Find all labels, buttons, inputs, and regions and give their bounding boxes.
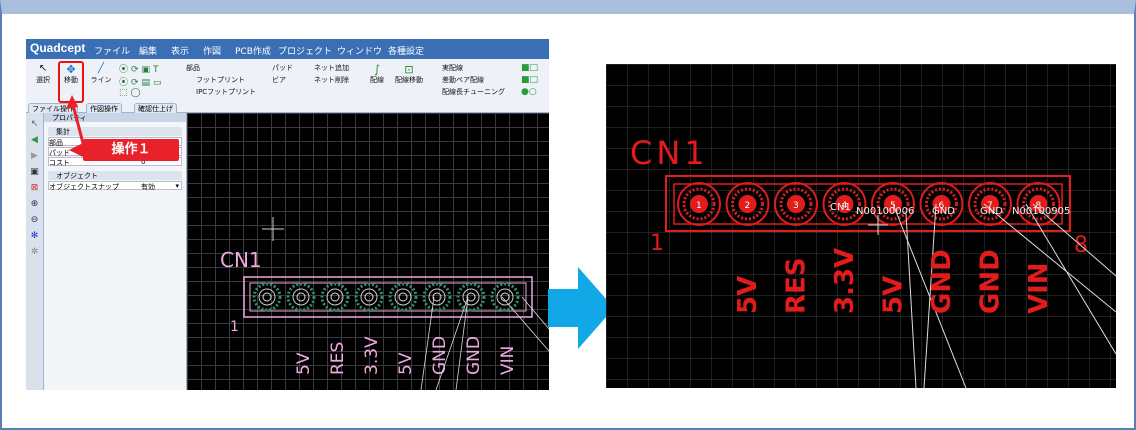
designator-left: CN1	[220, 248, 262, 272]
pad-left	[286, 282, 316, 312]
net-name-a: N00100006	[856, 206, 914, 217]
pad-number-right: 3	[793, 201, 799, 211]
callout-arrow-head	[66, 95, 78, 109]
net-label-right: VIN	[1024, 262, 1054, 314]
pad-left-ring	[258, 288, 276, 306]
zoomed-pcb-view: CN1 1 8 12345678 5VRES3.3V5VGNDGNDVIN N0…	[606, 64, 1116, 388]
transition-arrow-icon	[548, 267, 614, 349]
pad-left	[490, 282, 520, 312]
net-name-d: N00100905	[1012, 206, 1070, 217]
pad-left-hole	[330, 292, 340, 302]
pad-left	[320, 282, 350, 312]
net-label-left: VIN	[498, 346, 518, 375]
pad-left	[456, 282, 486, 312]
net-label-right: GND	[976, 249, 1006, 314]
pad-left-ring	[428, 288, 446, 306]
pin-first-label-left: 1	[230, 319, 239, 335]
pcb-drawing-left: CN1 1 5V RES 3.3V 5V GND GND VIN	[66, 95, 549, 390]
net-text-4: CN1	[830, 202, 851, 213]
net-label-left: 3.3V	[362, 336, 382, 375]
net-label-left: 5V	[294, 352, 314, 375]
pin-first-label-right: 1	[650, 231, 664, 256]
pad-left-hole	[398, 292, 408, 302]
operation-callout: 操作１	[69, 139, 179, 161]
net-label-left: 5V	[396, 352, 416, 375]
net-label-right: 5V	[733, 276, 763, 314]
pad-left-hole	[364, 292, 374, 302]
pad-left-hole	[466, 292, 476, 302]
pad-left	[252, 282, 282, 312]
net-labels-left: 5V RES 3.3V 5V GND GND VIN	[294, 336, 518, 375]
net-label-right: 5V	[879, 276, 909, 314]
net-name-b: GND	[932, 206, 955, 217]
pad-left-hole	[432, 292, 442, 302]
pad-left	[354, 282, 384, 312]
net-label-right: 3.3V	[830, 248, 860, 314]
pads-left	[252, 282, 520, 312]
pad-number-right: 2	[745, 201, 751, 211]
pad-left-ring	[496, 288, 514, 306]
quadcept-window: Quadcept ファイル 編集 表示 作図 PCB作成 プロジェクト ウィンド…	[26, 39, 549, 390]
pad-left-hole	[262, 292, 272, 302]
designator-right: CN1	[630, 134, 709, 172]
pcb-drawing-right: CN1 1 8 12345678 5VRES3.3V5VGNDGNDVIN N0…	[606, 64, 1116, 388]
net-label-right: RES	[782, 257, 812, 314]
pad-number-right: 1	[696, 201, 702, 211]
pad-left-hole	[296, 292, 306, 302]
pad-left-ring	[360, 288, 378, 306]
pad-left-ring	[462, 288, 480, 306]
pad-left-ring	[292, 288, 310, 306]
net-label-right: GND	[927, 249, 957, 314]
pad-left-ring	[326, 288, 344, 306]
pad-left-ring	[394, 288, 412, 306]
net-label-left: GND	[430, 336, 450, 375]
net-label-left: GND	[464, 336, 484, 375]
pad-left	[388, 282, 418, 312]
net-name-c: GND	[980, 206, 1003, 217]
pad-left	[422, 282, 452, 312]
net-label-left: RES	[328, 342, 348, 375]
